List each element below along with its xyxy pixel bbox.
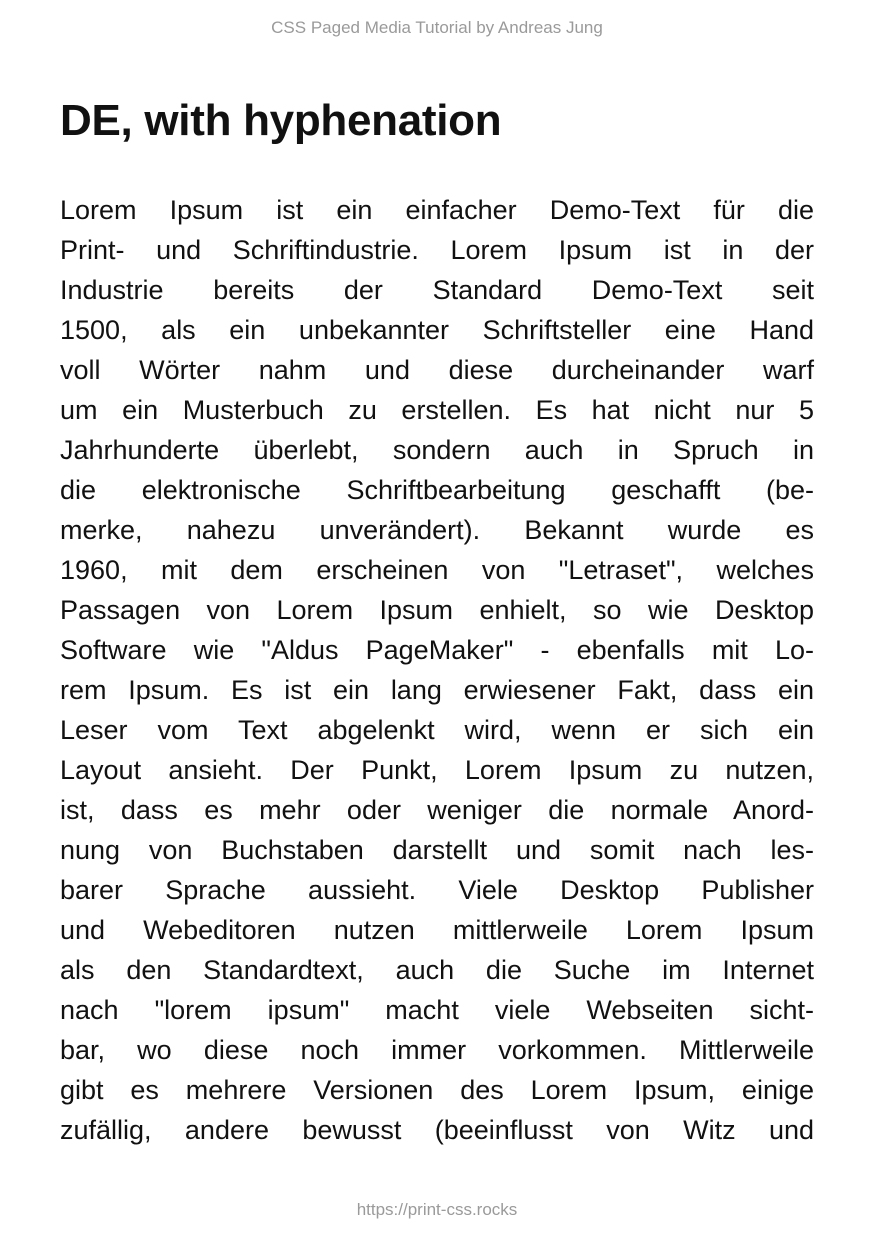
- paragraph-line: Jahrhunderte überlebt, sondern auch in S…: [60, 435, 814, 465]
- paragraph-line: Industrie bereits der Standard Demo-Text…: [60, 275, 814, 305]
- paragraph-line: gibt es mehrere Versionen des Lorem Ipsu…: [60, 1075, 814, 1105]
- paragraph-line: Print- und Schriftindustrie. Lorem Ipsum…: [60, 235, 814, 265]
- paragraph-line: die elektronische Schriftbearbeitung ges…: [60, 475, 814, 505]
- paragraph-line: Layout ansieht. Der Punkt, Lorem Ipsum z…: [60, 755, 814, 785]
- paragraph-line: nung von Buchstaben darstellt und somit …: [60, 835, 814, 865]
- body-paragraph: Lorem Ipsum ist ein einfacher Demo-Text …: [60, 190, 814, 1150]
- paragraph-line: merke, nahezu unverändert). Bekannt wurd…: [60, 515, 814, 545]
- paragraph-line: voll Wörter nahm und diese durcheinander…: [60, 355, 814, 385]
- page-title: DE, with hyphenation: [60, 96, 502, 145]
- paragraph-line: bar, wo diese noch immer vorkommen. Mitt…: [60, 1035, 814, 1065]
- paragraph-line: zufällig, andere bewusst (beeinflusst vo…: [60, 1115, 814, 1145]
- paragraph-line: 1960, mit dem erscheinen von "Letraset",…: [60, 555, 814, 585]
- paragraph-line: Software wie "Aldus PageMaker" - ebenfal…: [60, 635, 814, 665]
- paragraph-line: als den Standardtext, auch die Suche im …: [60, 955, 814, 985]
- paragraph-line: und Webeditoren nutzen mittlerweile Lore…: [60, 915, 814, 945]
- paragraph-line: ist, dass es mehr oder weniger die norma…: [60, 795, 814, 825]
- paragraph-line: barer Sprache aussieht. Viele Desktop Pu…: [60, 875, 814, 905]
- paragraph-line: nach "lorem ipsum" macht viele Webseiten…: [60, 995, 814, 1025]
- paragraph-line: Lorem Ipsum ist ein einfacher Demo-Text …: [60, 195, 814, 225]
- paragraph-line: rem Ipsum. Es ist ein lang erwiesener Fa…: [60, 675, 814, 705]
- running-footer-url: https://print-css.rocks: [356, 1200, 518, 1219]
- running-header: CSS Paged Media Tutorial by Andreas Jung: [271, 18, 603, 37]
- paragraph-line: um ein Musterbuch zu erstellen. Es hat n…: [60, 395, 814, 425]
- paragraph-line: Leser vom Text abgelenkt wird, wenn er s…: [60, 715, 814, 745]
- paragraph-line: Passagen von Lorem Ipsum enhielt, so wie…: [60, 595, 814, 625]
- paragraph-line: 1500, als ein unbekannter Schriftsteller…: [60, 315, 814, 345]
